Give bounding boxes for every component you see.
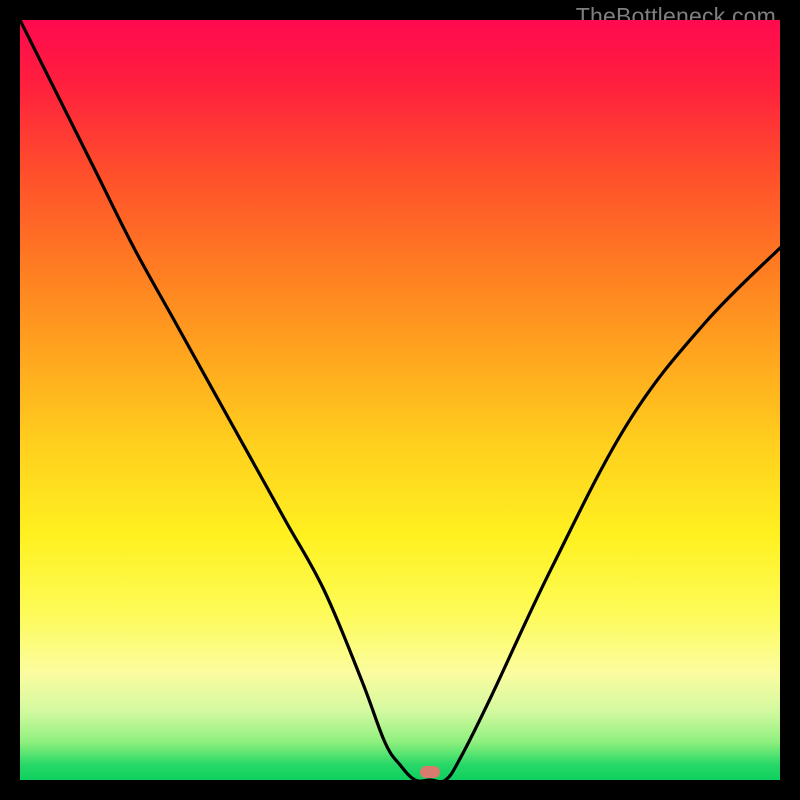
valley-marker: [420, 766, 440, 778]
curve-svg: [20, 20, 780, 780]
chart-frame: TheBottleneck.com: [0, 0, 800, 800]
plot-area: [20, 20, 780, 780]
bottleneck-curve: [20, 20, 780, 780]
